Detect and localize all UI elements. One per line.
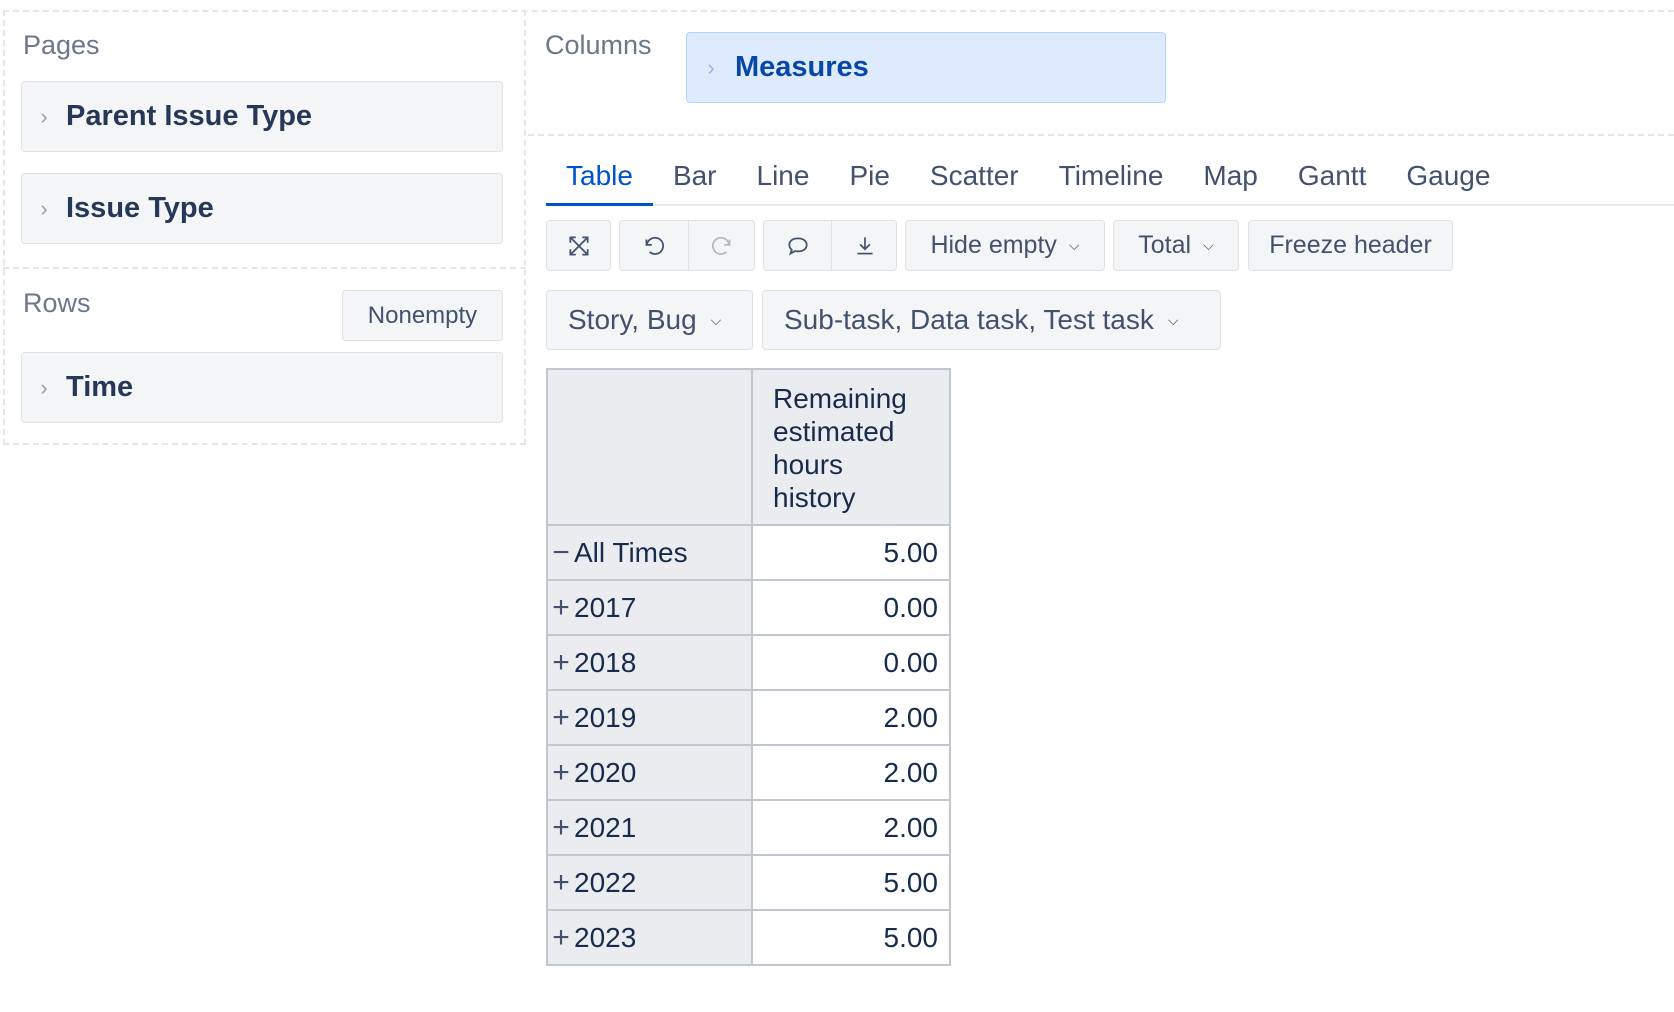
row-label: 2022 xyxy=(574,866,637,898)
columns-item-measures[interactable]: › Measures xyxy=(686,32,1166,103)
dimension-label: Parent Issue Type xyxy=(66,100,313,132)
chevron-right-icon: › xyxy=(40,374,48,400)
comment-download-group xyxy=(763,220,897,271)
dimension-label: Issue Type xyxy=(66,192,214,224)
rows-item-time[interactable]: › Time xyxy=(21,352,503,423)
comment-button[interactable] xyxy=(764,221,831,270)
page: Pages › Parent Issue Type › Issue Type R… xyxy=(0,0,1674,1012)
tab-timeline[interactable]: Timeline xyxy=(1039,150,1184,206)
row-header-2020[interactable]: +2020 xyxy=(546,744,753,801)
table-row: − All Times 5.00 xyxy=(546,524,951,581)
hide-empty-dropdown[interactable]: Hide empty ⌵ xyxy=(905,220,1105,271)
nonempty-button[interactable]: Nonempty xyxy=(342,290,503,341)
row-label: 2018 xyxy=(574,646,637,678)
row-label: 2017 xyxy=(574,591,637,623)
dimension-label: Measures xyxy=(735,51,869,83)
pages-item-issue-type[interactable]: › Issue Type xyxy=(21,173,503,244)
parent-issue-type-filter[interactable]: Story, Bug ⌵ xyxy=(546,290,753,350)
row-header-all-times[interactable]: − All Times xyxy=(546,524,753,581)
chevron-right-icon: › xyxy=(40,103,48,129)
value-cell[interactable]: 5.00 xyxy=(751,854,951,911)
freeze-header-button[interactable]: Freeze header xyxy=(1248,220,1453,271)
tab-gauge[interactable]: Gauge xyxy=(1386,150,1510,206)
table-row: +2017 0.00 xyxy=(546,579,951,636)
row-label: 2023 xyxy=(574,921,637,953)
header-row: Remaining estimated hours history xyxy=(546,368,951,526)
total-dropdown[interactable]: Total ⌵ xyxy=(1113,220,1239,271)
report-table: Remaining estimated hours history − All T… xyxy=(546,368,951,966)
chevron-down-icon: ⌵ xyxy=(710,311,722,328)
table-row: +2019 2.00 xyxy=(546,689,951,746)
fullscreen-button[interactable] xyxy=(546,220,611,271)
table-row: +2022 5.00 xyxy=(546,854,951,911)
column-header[interactable]: Remaining estimated hours history xyxy=(751,368,951,526)
chevron-right-icon: › xyxy=(707,54,715,80)
table-row: +2020 2.00 xyxy=(546,744,951,801)
value-cell[interactable]: 5.00 xyxy=(751,909,951,966)
row-label: 2021 xyxy=(574,811,637,843)
chevron-right-icon: › xyxy=(40,195,48,221)
rows-divider xyxy=(3,267,526,269)
total-label: Total xyxy=(1138,231,1192,259)
rows-title: Rows xyxy=(23,288,91,318)
chevron-down-icon: ⌵ xyxy=(1068,237,1080,253)
columns-divider xyxy=(528,134,1674,136)
value-cell[interactable]: 2.00 xyxy=(751,799,951,856)
tab-map[interactable]: Map xyxy=(1183,150,1277,206)
row-header-2021[interactable]: +2021 xyxy=(546,799,753,856)
row-header-2017[interactable]: +2017 xyxy=(546,579,753,636)
pages-item-parent-issue-type[interactable]: › Parent Issue Type xyxy=(21,81,503,152)
expand-icon[interactable]: + xyxy=(548,811,574,845)
download-button[interactable] xyxy=(831,221,898,270)
hide-empty-label: Hide empty xyxy=(930,231,1057,259)
tab-table[interactable]: Table xyxy=(546,150,653,206)
chevron-down-icon: ⌵ xyxy=(1203,237,1214,253)
row-label: 2020 xyxy=(574,756,637,788)
tab-line[interactable]: Line xyxy=(737,150,830,206)
expand-icon[interactable]: + xyxy=(548,866,574,900)
tab-scatter[interactable]: Scatter xyxy=(910,150,1039,206)
download-icon xyxy=(856,236,873,254)
tab-gantt[interactable]: Gantt xyxy=(1278,150,1386,206)
comment-icon xyxy=(787,237,808,255)
collapse-icon[interactable]: − xyxy=(548,536,574,570)
value-cell[interactable]: 5.00 xyxy=(751,524,951,581)
value-cell[interactable]: 2.00 xyxy=(751,689,951,746)
view-tabs: Table Bar Line Pie Scatter Timeline Map … xyxy=(546,150,1674,206)
columns-title: Columns xyxy=(545,30,652,60)
pages-title: Pages xyxy=(23,30,100,60)
expand-icon[interactable]: + xyxy=(548,701,574,735)
row-label: All Times xyxy=(574,536,688,568)
corner-cell xyxy=(546,368,753,526)
filter-value: Sub-task, Data task, Test task xyxy=(784,304,1154,335)
value-cell[interactable]: 0.00 xyxy=(751,579,951,636)
undo-icon xyxy=(645,236,665,255)
tab-pie[interactable]: Pie xyxy=(829,150,909,206)
table-row: +2021 2.00 xyxy=(546,799,951,856)
row-header-2018[interactable]: +2018 xyxy=(546,634,753,691)
expand-icon[interactable]: + xyxy=(548,646,574,680)
undo-button[interactable] xyxy=(620,221,688,270)
redo-button[interactable] xyxy=(688,221,756,270)
row-label: 2019 xyxy=(574,701,637,733)
issue-type-filter[interactable]: Sub-task, Data task, Test task ⌵ xyxy=(762,290,1221,350)
expand-icon[interactable]: + xyxy=(548,756,574,790)
table-row: +2018 0.00 xyxy=(546,634,951,691)
row-header-2019[interactable]: +2019 xyxy=(546,689,753,746)
redo-icon xyxy=(711,236,731,255)
expand-icon[interactable]: + xyxy=(548,921,574,955)
tab-bar[interactable]: Bar xyxy=(653,150,737,206)
row-header-2023[interactable]: +2023 xyxy=(546,909,753,966)
dimension-label: Time xyxy=(66,371,134,403)
table-row: +2023 5.00 xyxy=(546,909,951,966)
value-cell[interactable]: 2.00 xyxy=(751,744,951,801)
expand-icon[interactable]: + xyxy=(548,591,574,625)
row-header-2022[interactable]: +2022 xyxy=(546,854,753,911)
undo-redo-group xyxy=(619,220,755,271)
fullscreen-icon xyxy=(568,235,589,256)
chevron-down-icon: ⌵ xyxy=(1167,311,1179,328)
filter-value: Story, Bug xyxy=(568,304,697,335)
value-cell[interactable]: 0.00 xyxy=(751,634,951,691)
